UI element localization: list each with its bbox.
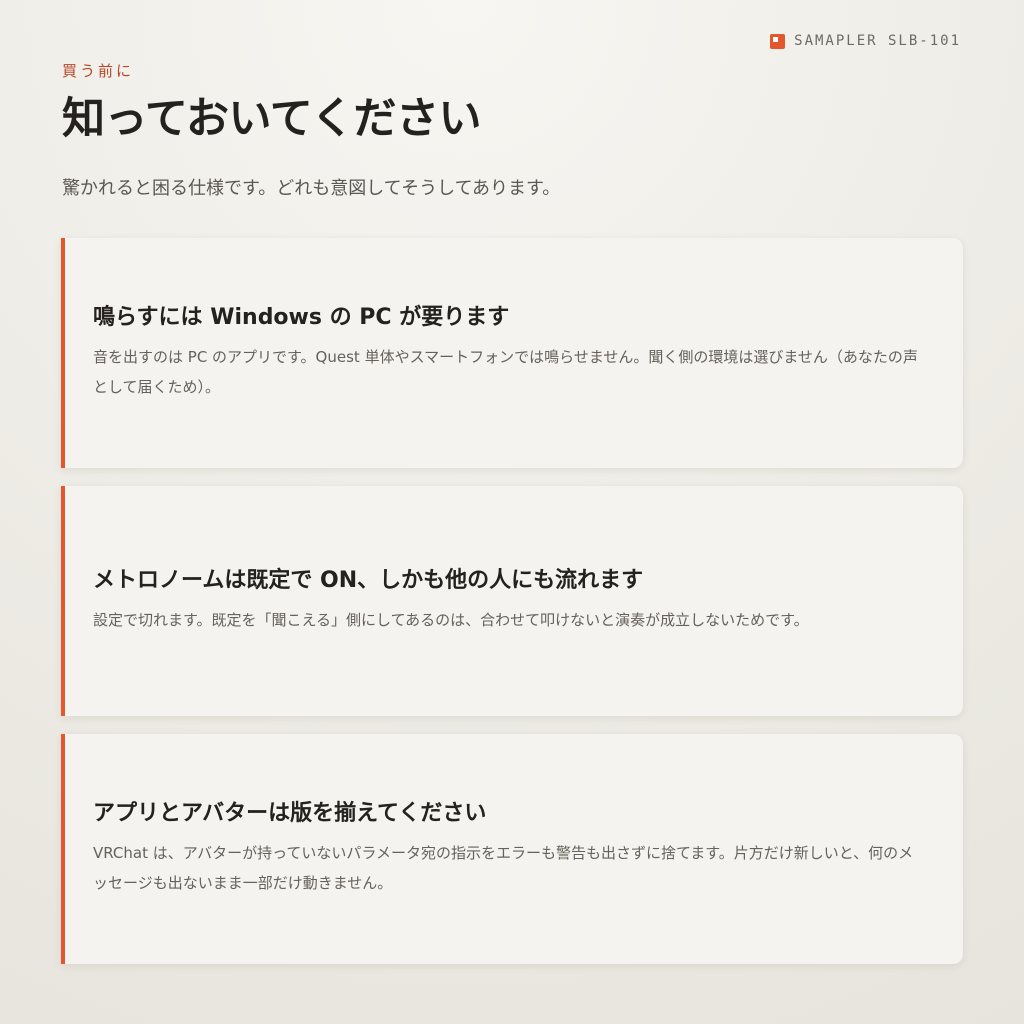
notice-title: 鳴らすには Windows の PC が要ります [93,304,510,330]
notice-body: VRChat は、アバターが持っていないパラメータ宛の指示をエラーも警告も出さず… [93,844,914,893]
brand: SAMAPLER SLB-101 [770,33,961,49]
section-eyebrow: 買う前に [62,62,135,80]
notice-card-metronome: メトロノームは既定で ON、しかも他の人にも流れます 設定で切れます。既定を「聞… [61,486,963,716]
notice-cards: 鳴らすには Windows の PC が要ります 音を出すのは PC のアプリで… [61,238,963,964]
square-logo-icon [770,33,786,49]
brand-name: SAMAPLER SLB-101 [794,33,961,49]
notice-card-version-match: アプリとアバターは版を揃えてください VRChat は、アバターが持っていないパ… [61,734,963,964]
notice-card-windows-pc: 鳴らすには Windows の PC が要ります 音を出すのは PC のアプリで… [61,238,963,468]
notice-title: アプリとアバターは版を揃えてください [93,800,487,826]
notice-title: メトロノームは既定で ON、しかも他の人にも流れます [93,567,644,593]
page-title: 知っておいてください [62,94,481,144]
page-subtitle: 驚かれると困る仕様です。どれも意図してそうしてあります。 [62,178,561,199]
notice-body: 設定で切れます。既定を「聞こえる」側にしてあるのは、合わせて叩けないと演奏が成立… [93,611,809,630]
notice-body: 音を出すのは PC のアプリです。Quest 単体やスマートフォンでは鳴らせませ… [93,348,918,397]
